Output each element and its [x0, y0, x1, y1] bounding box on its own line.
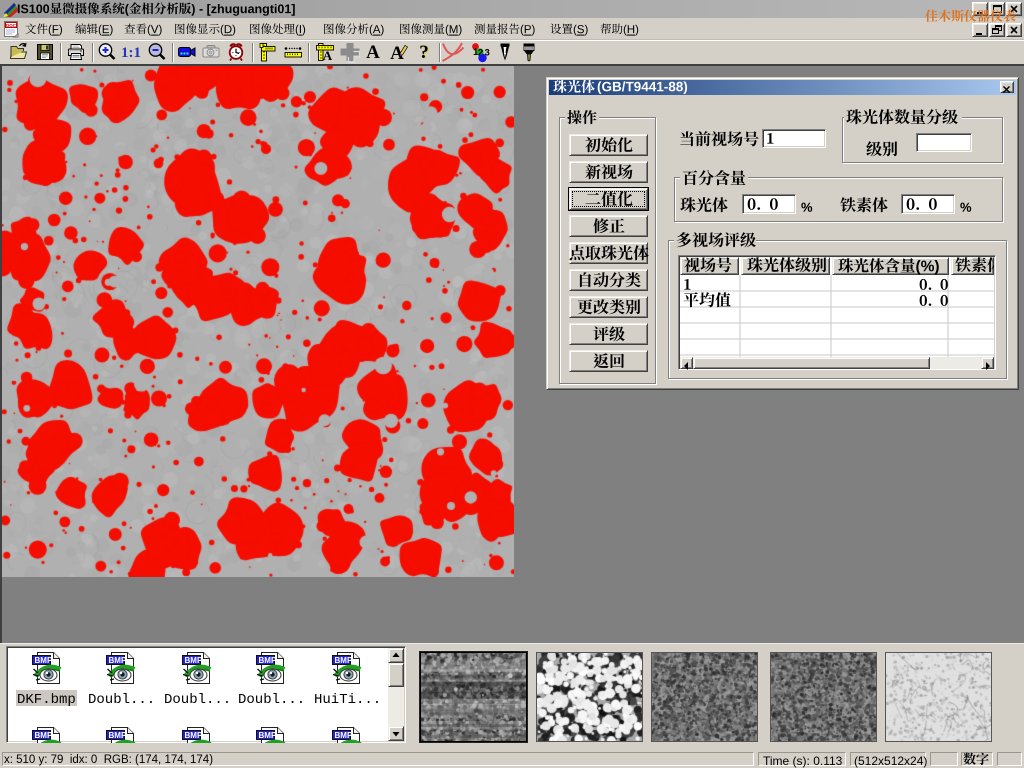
svg-text:BMP: BMP: [35, 656, 53, 665]
svg-text:BMP: BMP: [185, 656, 203, 665]
svg-text:BMP: BMP: [185, 731, 203, 740]
svg-text:BMP: BMP: [259, 656, 277, 665]
svg-text:BMP: BMP: [335, 731, 353, 740]
svg-text:1:1: 1:1: [121, 45, 141, 61]
svg-text:BMP: BMP: [109, 656, 127, 665]
svg-text:BMP: BMP: [259, 731, 277, 740]
svg-text:BMP: BMP: [109, 731, 127, 740]
svg-text:BMP: BMP: [35, 731, 53, 740]
svg-text:A: A: [323, 48, 333, 63]
svg-text:A: A: [366, 42, 380, 63]
svg-text:?: ?: [419, 42, 429, 63]
svg-text:DOC: DOC: [6, 23, 17, 28]
svg-text:BMP: BMP: [335, 656, 353, 665]
